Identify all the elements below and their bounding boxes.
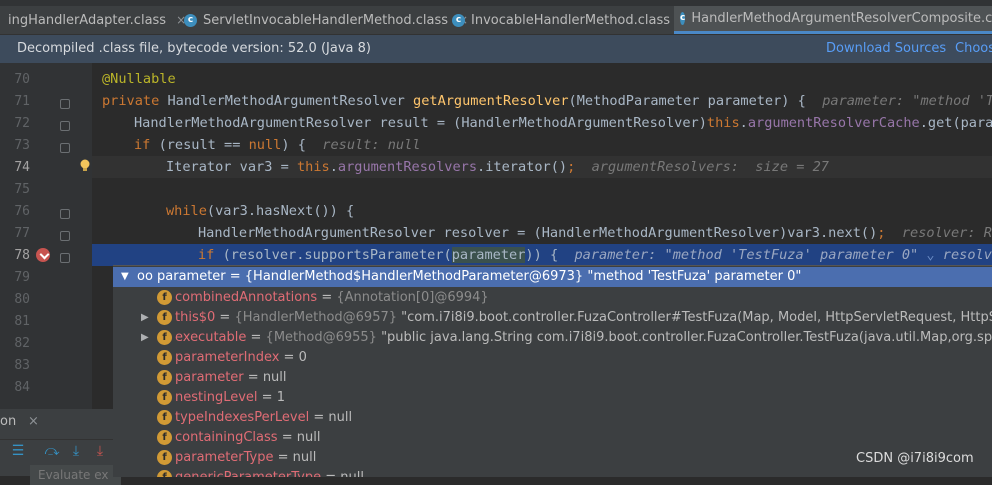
expand-icon[interactable]: ▶ — [141, 308, 149, 328]
selected-word[interactable]: parameter — [451, 247, 526, 263]
line-number: 81 — [14, 314, 30, 329]
field-icon: f — [157, 390, 172, 405]
step-into-icon[interactable]: ⤓ — [68, 443, 84, 459]
fold-marker[interactable] — [60, 253, 70, 263]
line-number: 80 — [14, 292, 30, 307]
line-number: 77 — [14, 226, 30, 241]
line-number: 71 — [14, 94, 30, 109]
evaluate-expression-input[interactable]: Evaluate ex — [30, 465, 121, 485]
tab-handler-method-argument-resolver-composite[interactable]: c HandlerMethodArgumentResolverComposite… — [674, 6, 992, 34]
force-step-into-icon[interactable]: ⤓ — [92, 443, 108, 459]
field-icon: f — [157, 410, 172, 425]
line-number: 79 — [14, 270, 30, 285]
line-number: 82 — [14, 336, 30, 351]
breakpoint-icon[interactable] — [36, 248, 50, 262]
tab-label: InvocableHandlerMethod.class — [471, 12, 671, 28]
field-row[interactable]: f typeIndexesPerLevel = null — [113, 408, 992, 428]
tab-label: ServletInvocableHandlerMethod.class — [203, 12, 449, 28]
code-line-74: Iterator var3 = this.argumentResolvers.i… — [92, 156, 992, 178]
variable-inspector-popup[interactable]: ▼ oo parameter = {HandlerMethod$HandlerM… — [113, 265, 992, 477]
field-icon: f — [157, 290, 172, 305]
field-row[interactable]: ▶ f executable = {Method@6955} "public j… — [113, 328, 992, 348]
tab-invocable-handler-method[interactable]: c InvocableHandlerMethod.class × — [452, 6, 690, 34]
field-row[interactable]: f parameterIndex = 0 — [113, 348, 992, 368]
tab-handler-adapter[interactable]: ingHandlerAdapter.class × — [8, 6, 186, 34]
fold-marker[interactable] — [60, 99, 70, 109]
line-number: 73 — [14, 138, 30, 153]
field-icon: f — [157, 370, 172, 385]
expand-icon[interactable]: ▶ — [141, 328, 149, 348]
popup-root-row[interactable]: ▼ oo parameter = {HandlerMethod$HandlerM… — [113, 267, 992, 287]
field-row[interactable]: f combinedAnnotations = {Annotation[0]@6… — [113, 288, 992, 308]
class-icon: c — [452, 13, 465, 27]
class-icon: c — [680, 12, 686, 25]
tab-label: HandlerMethodArgumentResolverComposite.c… — [691, 11, 992, 26]
code-line-72: HandlerMethodArgumentResolver result = (… — [134, 115, 992, 131]
download-sources-link[interactable]: Download Sources — [826, 41, 946, 56]
fold-marker[interactable] — [60, 143, 70, 153]
line-number: 75 — [14, 182, 30, 197]
field-icon: f — [157, 330, 172, 345]
field-icon: f — [157, 430, 172, 445]
code-line-77: HandlerMethodArgumentResolver resolver =… — [198, 225, 992, 241]
panel-divider — [0, 439, 113, 440]
banner-message: Decompiled .class file, bytecode version… — [17, 41, 371, 56]
editor-gutter[interactable]: 70 71 72 73 74 75 76 77 78 79 80 81 82 8… — [0, 63, 92, 409]
field-icon: f — [157, 450, 172, 465]
show-execution-point-icon[interactable]: ☰ — [10, 443, 26, 459]
close-icon[interactable]: × — [28, 414, 39, 429]
code-line-73: if (result == null) { result: null — [134, 137, 421, 153]
field-row[interactable]: f nestingLevel = 1 — [113, 388, 992, 408]
code-line-70: @Nullable — [102, 71, 176, 87]
editor-tab-bar: ingHandlerAdapter.class × c ServletInvoc… — [0, 0, 992, 35]
tab-label: ingHandlerAdapter.class — [8, 12, 167, 28]
decompiled-banner: Decompiled .class file, bytecode version… — [0, 35, 992, 63]
collapse-icon[interactable]: ▼ — [121, 267, 129, 287]
line-number: 70 — [14, 72, 30, 87]
field-icon: f — [157, 350, 172, 365]
field-row[interactable]: ▶ f this$0 = {HandlerMethod@6957} "com.i… — [113, 308, 992, 328]
fold-marker[interactable] — [60, 121, 70, 131]
field-row[interactable]: f containingClass = null — [113, 428, 992, 448]
code-line-76: while(var3.hasNext()) { — [166, 203, 355, 219]
debug-panel: on × ☰ ⤼ ⤓ ⤓ Evaluate ex — [0, 409, 121, 485]
object-icon: oo — [137, 269, 153, 284]
code-line-71: private HandlerMethodArgumentResolver ge… — [102, 93, 992, 109]
line-number: 72 — [14, 116, 30, 131]
root-variable-text: parameter = {HandlerMethod$HandlerMethod… — [157, 269, 802, 284]
field-row[interactable]: f parameter = null — [113, 368, 992, 388]
code-line-78: if (resolver.supportsParameter(parameter… — [92, 244, 992, 266]
line-number: 76 — [14, 204, 30, 219]
debug-tab-label[interactable]: on — [0, 414, 16, 429]
lightbulb-icon[interactable] — [78, 158, 92, 172]
tab-servlet-invocable-handler-method[interactable]: c ServletInvocableHandlerMethod.class × — [184, 6, 468, 34]
fold-marker[interactable] — [60, 209, 70, 219]
line-number: 83 — [14, 358, 30, 373]
fold-marker[interactable] — [60, 231, 70, 241]
csdn-watermark: CSDN @i7i8i9com — [856, 451, 974, 466]
choose-sources-link[interactable]: Choos — [955, 41, 992, 56]
field-icon: f — [157, 310, 172, 325]
line-number: 78 — [14, 248, 30, 263]
step-over-icon[interactable]: ⤼ — [44, 443, 60, 459]
line-number-current: 74 — [14, 160, 30, 175]
class-icon: c — [184, 13, 197, 27]
line-number: 84 — [14, 380, 30, 395]
